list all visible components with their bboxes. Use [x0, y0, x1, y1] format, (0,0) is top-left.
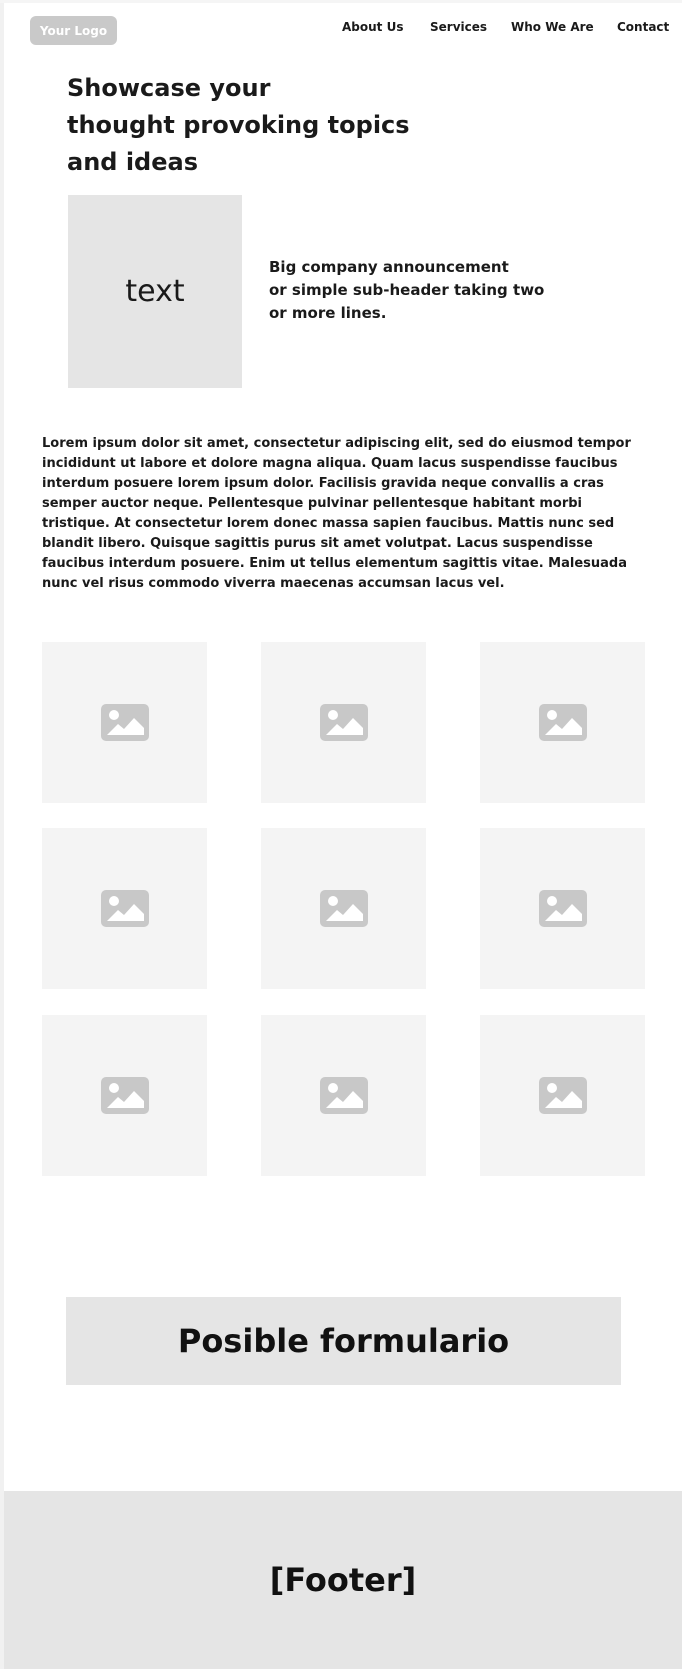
body-paragraph: Lorem ipsum dolor sit amet, consectetur … — [42, 436, 631, 591]
gallery-image-placeholder[interactable] — [261, 642, 426, 803]
sub-header-line: or simple sub-header taking two — [269, 281, 545, 299]
image-icon — [538, 704, 587, 741]
image-icon — [538, 890, 587, 927]
hero-title-line: and ideas — [67, 148, 198, 176]
logo[interactable]: Your Logo — [30, 16, 117, 45]
gallery-image-placeholder[interactable] — [480, 828, 645, 989]
footer: [Footer] — [4, 1491, 682, 1669]
hero-title-line: Showcase your — [67, 74, 271, 102]
gallery-image-placeholder[interactable] — [42, 828, 207, 989]
gallery-image-placeholder[interactable] — [480, 1015, 645, 1176]
gallery-image-placeholder[interactable] — [261, 1015, 426, 1176]
sub-header-line: Big company announcement — [269, 258, 509, 276]
form-placeholder[interactable]: Posible formulario — [66, 1297, 621, 1385]
canvas-edge-top — [0, 0, 682, 3]
hero-title: Showcase your thought provoking topics a… — [67, 70, 447, 181]
gallery-image-placeholder[interactable] — [261, 828, 426, 989]
form-placeholder-label: Posible formulario — [177, 1322, 510, 1360]
sub-header: Big company announcement or simple sub-h… — [269, 256, 559, 325]
gallery-image-placeholder[interactable] — [42, 642, 207, 803]
hero-title-line: thought provoking topics — [67, 111, 410, 139]
image-icon — [100, 890, 149, 927]
nav-services[interactable]: Services — [430, 20, 487, 40]
gallery-image-placeholder[interactable] — [480, 642, 645, 803]
text-placeholder-label: text — [125, 274, 185, 309]
sub-header-line: or more lines. — [269, 304, 387, 322]
footer-label: [Footer] — [269, 1561, 417, 1599]
image-icon — [319, 890, 368, 927]
image-icon — [538, 1077, 587, 1114]
image-icon — [100, 1077, 149, 1114]
nav-who-we-are[interactable]: Who We Are — [511, 20, 594, 40]
nav-contact[interactable]: Contact — [617, 20, 669, 40]
text-placeholder-box: text — [68, 195, 242, 388]
page: Your Logo About Us Services Who We Are C… — [0, 0, 682, 1669]
image-icon — [319, 1077, 368, 1114]
canvas-edge — [0, 0, 4, 1669]
gallery-image-placeholder[interactable] — [42, 1015, 207, 1176]
nav-about-us[interactable]: About Us — [342, 20, 403, 40]
image-icon — [319, 704, 368, 741]
image-icon — [100, 704, 149, 741]
